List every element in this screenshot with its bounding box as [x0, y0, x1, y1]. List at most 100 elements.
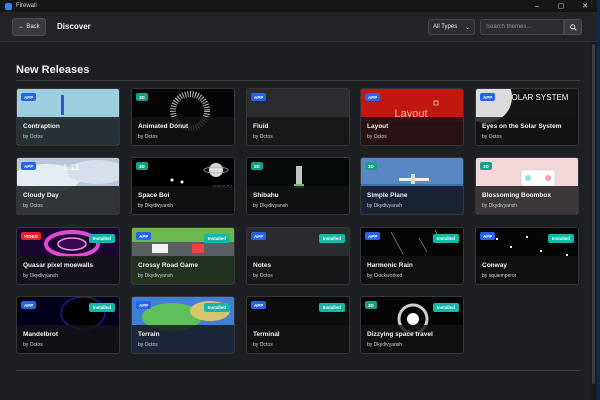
theme-card[interactable]: 3D Blossoming Boombox by Dkydivyansh — [475, 157, 579, 215]
app-logo-icon — [5, 2, 12, 10]
minimize-button[interactable]: – — [525, 0, 549, 12]
type-badge: APP — [480, 232, 496, 240]
theme-card[interactable]: APP Installed Harmonic Rain by Clockworked — [360, 227, 464, 285]
theme-card[interactable]: APP Installed Notes by Octos — [246, 227, 350, 285]
card-author: by Dkydivyansh — [138, 273, 174, 279]
type-filter-select[interactable]: All Types ⌄ — [428, 19, 475, 35]
card-author: by Dkydivyansh — [367, 203, 403, 209]
card-author: by Octos — [23, 134, 43, 140]
type-badge: APP — [136, 301, 152, 309]
page-title: Discover — [57, 22, 91, 31]
app-window: Firewall – ▢ ✕ ← Back Discover All Types… — [0, 0, 597, 400]
section-divider — [16, 80, 580, 81]
type-badge: APP — [251, 93, 267, 101]
card-info-overlay — [247, 256, 349, 284]
theme-card[interactable]: APP Installed Crossy Road Game by Dkydivyan… — [131, 227, 235, 285]
installed-badge: Installed — [432, 234, 459, 243]
card-info-overlay — [476, 117, 578, 145]
theme-card[interactable]: APP Fluid by Octos — [246, 88, 350, 146]
card-info-overlay — [132, 325, 234, 353]
card-title: Dizzying space travel — [367, 331, 433, 338]
type-badge: 3D — [136, 93, 148, 101]
installed-badge: Installed — [88, 234, 115, 243]
card-info-overlay — [361, 117, 463, 145]
theme-card[interactable]: OLAR SYSTEM APP Eyes on the Solar System by… — [475, 88, 579, 146]
card-title: Animated Donut — [138, 123, 189, 130]
card-title: Terminal — [253, 331, 280, 338]
scrollbar-thumb[interactable] — [592, 44, 595, 384]
theme-card[interactable]: VIDEO Installed Quasar pixel moewalls by Dk… — [16, 227, 120, 285]
card-title: Shibahu — [253, 192, 279, 199]
card-author: by squiemperor — [482, 273, 517, 279]
card-info-overlay — [361, 186, 463, 214]
card-info-overlay — [247, 186, 349, 214]
card-info-overlay — [17, 186, 119, 214]
card-info-overlay — [17, 325, 119, 353]
card-info-overlay — [132, 117, 234, 145]
back-button[interactable]: ← Back — [12, 18, 46, 36]
type-badge: 3D — [365, 301, 377, 309]
card-title: Harmonic Rain — [367, 262, 413, 269]
card-author: by Dkydivyansh — [23, 273, 59, 279]
type-badge: 3D — [365, 162, 377, 170]
theme-card[interactable]: APP Installed Mandelbrot by Octos — [16, 296, 120, 354]
card-title: Layout — [367, 123, 389, 130]
bottom-divider — [16, 370, 580, 371]
theme-card[interactable]: 1:13 APP Cloudy Day by Octos — [16, 157, 120, 215]
theme-card[interactable]: APP Installed Terrain by Octos — [131, 296, 235, 354]
type-badge: APP — [365, 93, 381, 101]
card-info-overlay — [476, 256, 578, 284]
search-button[interactable] — [564, 19, 582, 35]
type-badge: APP — [21, 301, 37, 309]
page-header: ← Back Discover All Types ⌄ — [0, 12, 597, 42]
theme-card[interactable]: APP Installed Terminal by Octos — [246, 296, 350, 354]
card-title: Mandelbrot — [23, 331, 59, 338]
theme-card[interactable]: 3D Animated Donut by Octos — [131, 88, 235, 146]
installed-badge: Installed — [203, 303, 230, 312]
maximize-button[interactable]: ▢ — [549, 0, 573, 12]
card-title: Notes — [253, 262, 272, 269]
type-badge: APP — [251, 301, 267, 309]
installed-badge: Installed — [547, 234, 574, 243]
card-info-overlay — [361, 256, 463, 284]
search-icon — [569, 23, 577, 31]
card-info-overlay — [247, 325, 349, 353]
card-title: Space Boi — [138, 192, 170, 199]
card-title: Quasar pixel moewalls — [23, 262, 94, 269]
theme-card[interactable]: APP Installed Conway by squiemperor — [475, 227, 579, 285]
card-author: by Octos — [138, 342, 158, 348]
card-author: by Dkydivyansh — [138, 203, 174, 209]
card-author: by Clockworked — [367, 273, 403, 279]
type-filter-value: All Types — [433, 24, 458, 30]
card-author: by Dkydivyansh — [482, 203, 518, 209]
back-button-label: Back — [26, 24, 40, 30]
type-badge: APP — [365, 232, 381, 240]
card-info-overlay — [361, 325, 463, 353]
installed-badge: Installed — [432, 303, 459, 312]
theme-card[interactable]: Layout APP Layout by Octos — [360, 88, 464, 146]
theme-card[interactable]: 3D Simple Plane by Dkydivyansh — [360, 157, 464, 215]
card-title: Simple Plane — [367, 192, 408, 199]
theme-card[interactable]: 19:02:02 PM3DSpace Boiby Dkydivyansh — [131, 157, 235, 215]
type-badge: APP — [136, 232, 152, 240]
card-title: Fluid — [253, 123, 269, 130]
card-title: Conway — [482, 262, 507, 269]
theme-card[interactable]: APP Contraption by Octos — [16, 88, 120, 146]
installed-badge: Installed — [203, 234, 230, 243]
close-button[interactable]: ✕ — [573, 0, 597, 12]
installed-badge: Installed — [318, 234, 345, 243]
type-badge: 3D — [251, 162, 263, 170]
theme-card[interactable]: 3D Installed Dizzying space travel by Dkydi… — [360, 296, 464, 354]
window-controls: – ▢ ✕ — [525, 0, 597, 12]
card-info-overlay — [17, 117, 119, 145]
card-author: by Octos — [253, 134, 273, 140]
card-title: Cloudy Day — [23, 192, 59, 199]
card-author: by Octos — [23, 203, 43, 209]
installed-badge: Installed — [88, 303, 115, 312]
theme-card[interactable]: 3D Shibahu by Dkydivyansh — [246, 157, 350, 215]
type-badge: 3D — [480, 162, 492, 170]
card-author: by Octos — [138, 134, 158, 140]
search-input[interactable] — [480, 19, 564, 35]
card-title: Blossoming Boombox — [482, 192, 551, 199]
card-author: by Octos — [253, 273, 273, 279]
